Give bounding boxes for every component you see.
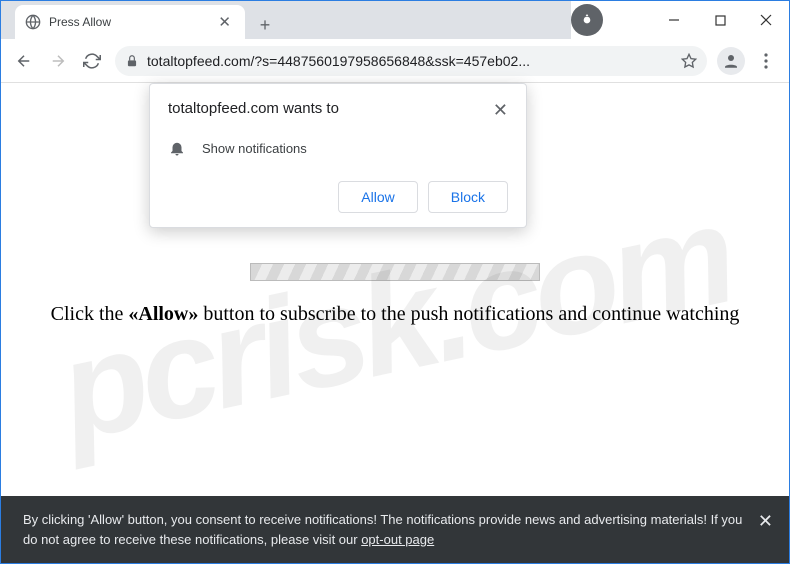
profile-avatar[interactable] (717, 47, 745, 75)
minimize-button[interactable] (651, 1, 697, 39)
forward-button[interactable] (41, 44, 75, 78)
window-controls (651, 1, 789, 39)
browser-tab[interactable]: Press Allow ✕ (15, 5, 245, 39)
instruction-text: Click the «Allow» button to subscribe to… (1, 303, 789, 326)
tab-title: Press Allow (49, 15, 214, 29)
bell-icon (168, 139, 186, 157)
tab-strip: Press Allow ✕ + (1, 1, 571, 39)
permission-close-icon[interactable]: ✕ (493, 100, 508, 121)
back-button[interactable] (7, 44, 41, 78)
incognito-indicator[interactable] (571, 4, 603, 36)
tab-close-icon[interactable]: ✕ (214, 13, 235, 31)
block-button[interactable]: Block (428, 181, 508, 213)
optout-link[interactable]: opt-out page (361, 532, 434, 547)
instruction-bold: «Allow» (128, 303, 198, 325)
consent-close-icon[interactable]: ✕ (758, 508, 773, 535)
instruction-post: button to subscribe to the push notifica… (198, 303, 739, 325)
reload-button[interactable] (75, 44, 109, 78)
permission-item: Show notifications (202, 141, 307, 156)
lock-icon (125, 54, 139, 68)
instruction-pre: Click the (51, 303, 129, 325)
consent-text: By clicking 'Allow' button, you consent … (23, 510, 745, 549)
bookmark-star-icon[interactable] (681, 53, 697, 69)
browser-menu-button[interactable] (749, 53, 783, 69)
allow-button[interactable]: Allow (338, 181, 417, 213)
notification-permission-prompt: totaltopfeed.com wants to ✕ Show notific… (149, 83, 527, 228)
maximize-button[interactable] (697, 1, 743, 39)
fake-progress-bar (250, 263, 540, 281)
new-tab-button[interactable]: + (251, 11, 279, 39)
url-text: totaltopfeed.com/?s=4487560197958656848&… (147, 53, 673, 69)
permission-title: totaltopfeed.com wants to (168, 100, 493, 117)
browser-toolbar: totaltopfeed.com/?s=4487560197958656848&… (1, 39, 789, 83)
window-titlebar: Press Allow ✕ + (1, 1, 789, 39)
address-bar[interactable]: totaltopfeed.com/?s=4487560197958656848&… (115, 46, 707, 76)
close-window-button[interactable] (743, 1, 789, 39)
consent-banner: By clicking 'Allow' button, you consent … (1, 496, 789, 563)
globe-icon (25, 14, 41, 30)
